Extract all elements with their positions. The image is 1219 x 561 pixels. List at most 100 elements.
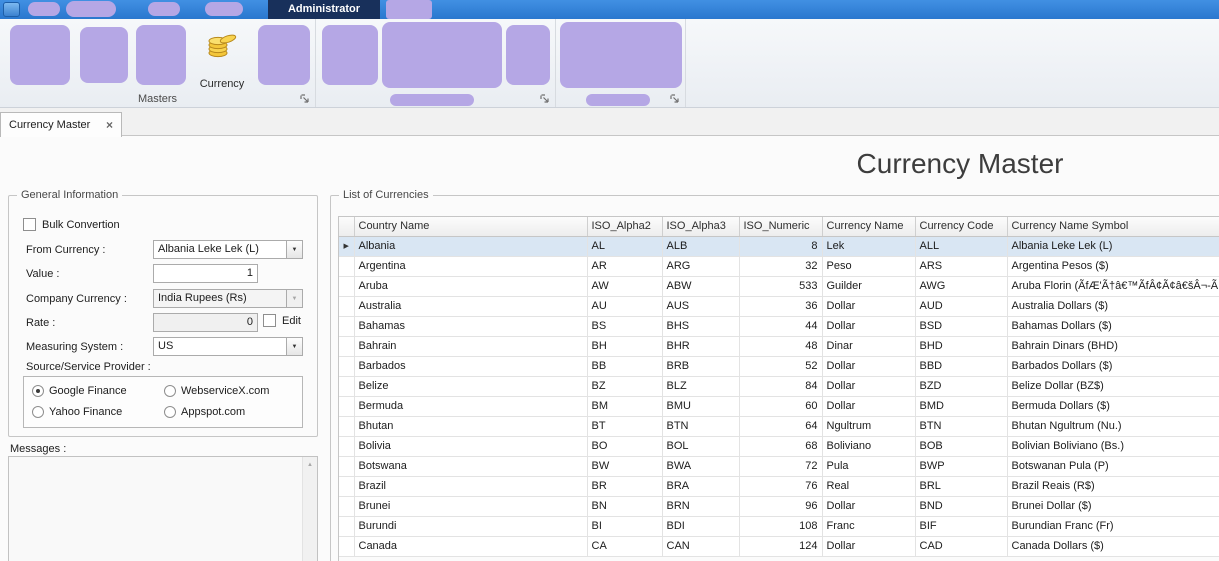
grid-cell[interactable]: BN (587, 496, 663, 517)
grid-cell[interactable]: 68 (739, 436, 823, 457)
grid-cell[interactable]: Real (822, 476, 916, 497)
grid-cell[interactable]: 84 (739, 376, 823, 397)
grid-cell[interactable]: BB (587, 356, 663, 377)
row-selector[interactable] (339, 396, 355, 417)
chevron-down-icon[interactable]: ▼ (286, 338, 302, 355)
row-selector[interactable] (339, 496, 355, 517)
grid-cell[interactable]: Belize Dollar (BZ$) (1007, 376, 1219, 397)
grid-cell[interactable]: CAN (662, 536, 740, 557)
grid-cell[interactable]: BWP (915, 456, 1008, 477)
grid-cell[interactable]: Brazil Reais (R$) (1007, 476, 1219, 497)
grid-cell[interactable]: 8 (739, 236, 823, 257)
grid-cell[interactable]: Lek (822, 236, 916, 257)
grid-cell[interactable]: Bahamas Dollars ($) (1007, 316, 1219, 337)
radio-google-finance[interactable]: Google Finance (32, 385, 127, 397)
table-row[interactable]: Bhutan BT BTN 64 Ngultrum BTN Bhutan Ngultrum … (339, 416, 1219, 437)
grid-cell[interactable]: AUS (662, 296, 740, 317)
grid-cell[interactable]: 76 (739, 476, 823, 497)
chevron-down-icon[interactable]: ▼ (286, 241, 302, 258)
radio-yahoo-finance[interactable]: Yahoo Finance (32, 406, 122, 418)
grid-cell[interactable]: 44 (739, 316, 823, 337)
grid-cell[interactable]: Bolivian Boliviano (Bs.) (1007, 436, 1219, 457)
grid-cell[interactable]: 36 (739, 296, 823, 317)
table-row[interactable]: Aruba AW ABW 533 Guilder AWG Aruba Florin (ÃfÆ… (339, 276, 1219, 297)
app-icon[interactable] (3, 2, 20, 17)
grid-cell[interactable]: BS (587, 316, 663, 337)
bulk-conversion-checkbox[interactable]: Bulk Convertion (23, 218, 120, 231)
table-row[interactable]: Brunei BN BRN 96 Dollar BND Brunei Dollar ($) (339, 496, 1219, 517)
row-selector[interactable] (339, 376, 355, 397)
radio-appspot[interactable]: Appspot.com (164, 406, 245, 418)
grid-cell[interactable]: Burundi (354, 516, 588, 537)
column-header-currency-code[interactable]: Currency Code (915, 217, 1008, 237)
grid-cell[interactable]: Peso (822, 256, 916, 277)
grid-cell[interactable]: ARS (915, 256, 1008, 277)
grid-cell[interactable]: Dollar (822, 296, 916, 317)
grid-cell[interactable]: BW (587, 456, 663, 477)
grid-cell[interactable]: BZ (587, 376, 663, 397)
row-selector[interactable] (339, 316, 355, 337)
grid-cell[interactable]: Ngultrum (822, 416, 916, 437)
grid-cell[interactable]: 72 (739, 456, 823, 477)
grid-cell[interactable]: BND (915, 496, 1008, 517)
grid-cell[interactable]: AR (587, 256, 663, 277)
grid-cell[interactable]: ABW (662, 276, 740, 297)
grid-cell[interactable]: BOB (915, 436, 1008, 457)
row-selector[interactable] (339, 416, 355, 437)
grid-cell[interactable]: BI (587, 516, 663, 537)
grid-cell[interactable]: BLZ (662, 376, 740, 397)
grid-cell[interactable]: Botswanan Pula (P) (1007, 456, 1219, 477)
grid-cell[interactable]: 533 (739, 276, 823, 297)
grid-cell[interactable]: BO (587, 436, 663, 457)
grid-cell[interactable]: 32 (739, 256, 823, 277)
grid-cell[interactable]: BDI (662, 516, 740, 537)
grid-cell[interactable]: BMD (915, 396, 1008, 417)
table-row[interactable]: Brazil BR BRA 76 Real BRL Brazil Reais (R$) (339, 476, 1219, 497)
row-selector[interactable] (339, 456, 355, 477)
tab-currency-master[interactable]: Currency Master × (0, 112, 122, 137)
grid-cell[interactable]: Dollar (822, 396, 916, 417)
row-selector[interactable] (339, 336, 355, 357)
dialog-launcher-icon[interactable] (670, 94, 680, 104)
grid-cell[interactable]: BMU (662, 396, 740, 417)
grid-cell[interactable]: Aruba (354, 276, 588, 297)
grid-cell[interactable]: 64 (739, 416, 823, 437)
grid-cell[interactable]: Canada Dollars ($) (1007, 536, 1219, 557)
grid-cell[interactable]: 96 (739, 496, 823, 517)
grid-cell[interactable]: BRA (662, 476, 740, 497)
dialog-launcher-icon[interactable] (540, 94, 550, 104)
grid-cell[interactable]: AL (587, 236, 663, 257)
grid-cell[interactable]: BH (587, 336, 663, 357)
grid-cell[interactable]: BHD (915, 336, 1008, 357)
grid-cell[interactable]: Dollar (822, 356, 916, 377)
table-row[interactable]: Bahamas BS BHS 44 Dollar BSD Bahamas Dollars (… (339, 316, 1219, 337)
column-header-iso-numeric[interactable]: ISO_Numeric (739, 217, 823, 237)
grid-cell[interactable]: BSD (915, 316, 1008, 337)
grid-cell[interactable]: BWA (662, 456, 740, 477)
grid-cell[interactable]: 48 (739, 336, 823, 357)
grid-cell[interactable]: Burundian Franc (Fr) (1007, 516, 1219, 537)
row-selector[interactable] (339, 516, 355, 537)
scrollbar[interactable]: ▲ (302, 457, 317, 561)
row-selector[interactable] (339, 536, 355, 557)
grid-cell[interactable]: BOL (662, 436, 740, 457)
grid-cell[interactable]: Pula (822, 456, 916, 477)
table-row[interactable]: Argentina AR ARG 32 Peso ARS Argentina Pesos (… (339, 256, 1219, 277)
measuring-system-select[interactable]: US ▼ (153, 337, 303, 356)
row-selector[interactable] (339, 476, 355, 497)
grid-cell[interactable]: BRL (915, 476, 1008, 497)
row-selector[interactable]: ▶ (339, 236, 355, 257)
grid-cell[interactable]: BBD (915, 356, 1008, 377)
grid-cell[interactable]: Bhutan Ngultrum (Nu.) (1007, 416, 1219, 437)
grid-cell[interactable]: Argentina (354, 256, 588, 277)
table-row[interactable]: Burundi BI BDI 108 Franc BIF Burundian Franc (… (339, 516, 1219, 537)
from-currency-select[interactable]: Albania Leke Lek (L) ▼ (153, 240, 303, 259)
grid-cell[interactable]: 124 (739, 536, 823, 557)
grid-cell[interactable]: BHR (662, 336, 740, 357)
grid-cell[interactable]: Bolivia (354, 436, 588, 457)
grid-cell[interactable]: Dollar (822, 536, 916, 557)
grid-cell[interactable]: BRB (662, 356, 740, 377)
grid-cell[interactable]: Bermuda Dollars ($) (1007, 396, 1219, 417)
rate-field[interactable]: 0 (153, 313, 258, 332)
column-header-iso-alpha3[interactable]: ISO_Alpha3 (662, 217, 740, 237)
